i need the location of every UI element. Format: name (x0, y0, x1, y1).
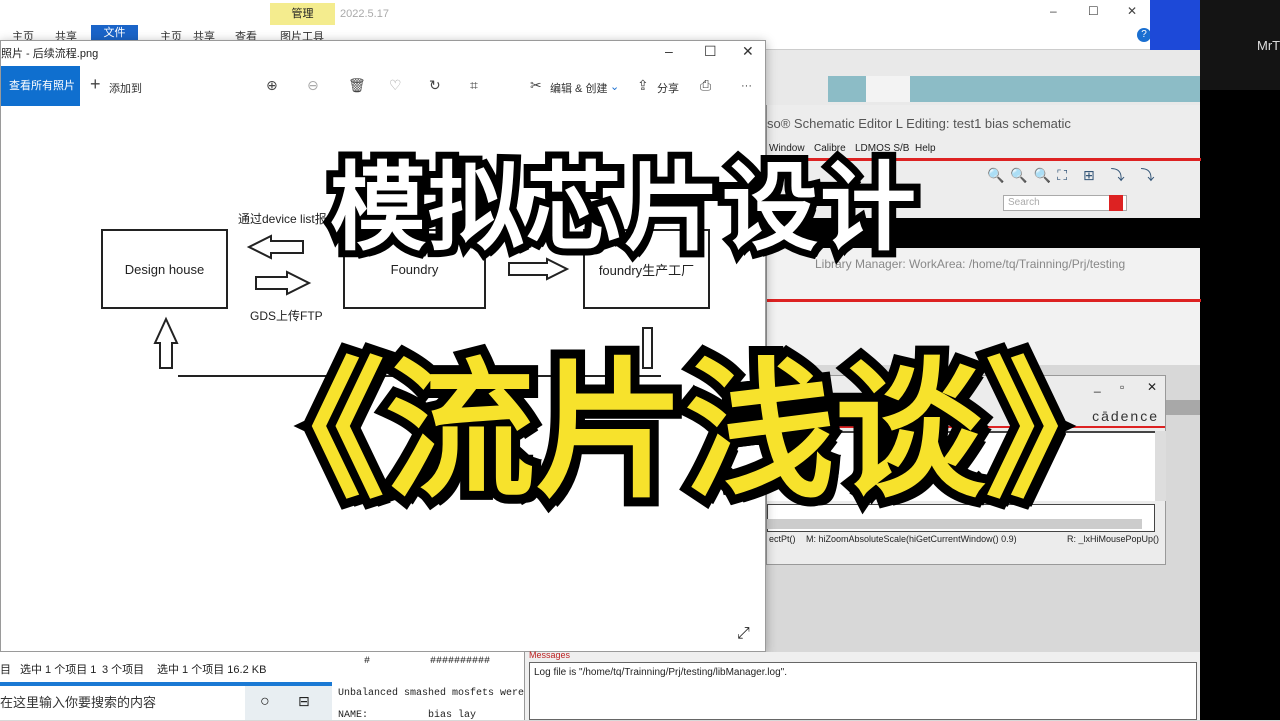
task-view-icon[interactable]: ⊟ (298, 693, 310, 710)
terminal-output: # ########## Unbalanced smashed mosfets … (332, 652, 525, 721)
status-left: ectPt() (769, 534, 796, 544)
tab-manage[interactable]: 管理 (270, 3, 335, 25)
right-dark-panel: MrT (1200, 0, 1280, 720)
overlay-subtitle: 《流片浅谈》 (226, 338, 1144, 524)
zoom-tool-icons[interactable]: 🔍🔍🔍⛶ ⊞ ⤵ ⤵ (987, 165, 1161, 185)
selection-size: 选中 1 个项目 16.2 KB (157, 664, 267, 676)
search-dropdown[interactable] (1109, 195, 1123, 211)
user-name: MrT (1257, 38, 1280, 53)
menu-help[interactable]: Help (915, 143, 936, 154)
arrow-right (255, 270, 312, 296)
cortana-icon[interactable]: ○ (260, 693, 270, 711)
close-button[interactable]: ✕ (1127, 4, 1137, 18)
taskbar-search-input[interactable]: 在这里输入你要搜索的内容 (0, 686, 245, 720)
background-paper (866, 76, 910, 102)
desktop-blue-strip (1150, 0, 1200, 50)
item-count: 3 个项目 (102, 664, 145, 676)
close-button[interactable]: ✕ (1147, 380, 1157, 394)
taskbar: 在这里输入你要搜索的内容 ○ ⊟ (0, 686, 332, 720)
red-divider (767, 299, 1201, 302)
arrow-up (153, 316, 179, 369)
messages-header: Messages (529, 650, 571, 660)
background-scrollbar (1166, 400, 1200, 415)
status-text: 目 (0, 664, 11, 676)
terminal-line: Unbalanced smashed mosfets were (338, 688, 525, 699)
minimize-button[interactable]: – (1050, 4, 1057, 18)
log-text: Log file is "/home/tq/Trainning/Prj/test… (529, 662, 1197, 720)
status-right: R: _lxHiMousePopUp() (1067, 534, 1160, 544)
maximize-button[interactable]: ☐ (1088, 4, 1099, 18)
status-mid: M: hiZoomAbsoluteScale(hiGetCurrentWindo… (806, 534, 1017, 544)
arrow-left (246, 234, 304, 260)
expand-icon[interactable]: ⤢ (737, 625, 750, 643)
status-text: 选中 1 个项目 1 (20, 664, 97, 676)
vertical-scrollbar[interactable] (1155, 431, 1166, 501)
messages-panel: Messages Log file is "/home/tq/Trainning… (524, 650, 1200, 720)
terminal-line: # ########## (334, 656, 491, 667)
schematic-title: so® Schematic Editor L Editing: test1 bi… (767, 116, 1071, 131)
explorer-status-bar: 目 选中 1 个项目 1 3 个项目 选中 1 个项目 16.2 KB (0, 652, 332, 682)
overlay-title: 模拟芯片设计 (323, 148, 923, 269)
terminal-line: NAME: bias lay (338, 710, 477, 721)
window-title-date: 2022.5.17 (340, 8, 389, 20)
help-icon[interactable]: ? (1137, 28, 1151, 42)
